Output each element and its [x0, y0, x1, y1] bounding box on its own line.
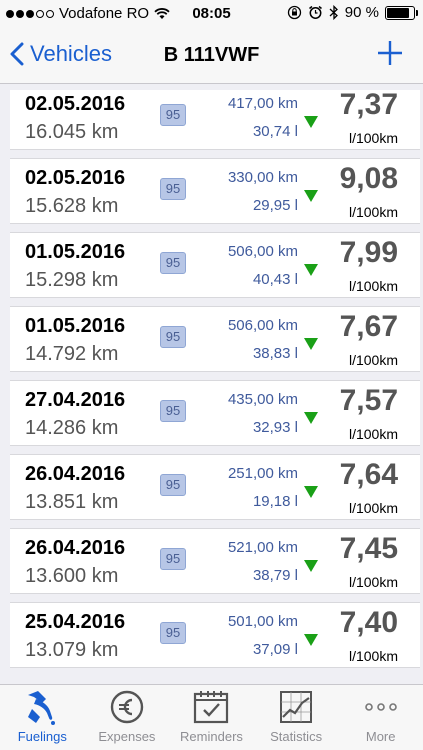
consumption-unit: l/100km — [348, 574, 398, 590]
tab-statistics[interactable]: Statistics — [254, 685, 339, 750]
fuel-type-badge: 95 — [160, 326, 186, 348]
consumption-unit: l/100km — [348, 648, 398, 664]
distance-value: 330,00 km — [227, 169, 298, 186]
alarm-icon — [308, 5, 322, 19]
consumption-unit: l/100km — [348, 500, 398, 516]
consumption-value: 7,99 — [339, 236, 398, 269]
tab-statistics-label: Statistics — [270, 729, 323, 744]
fueling-row[interactable]: 26.04.2016 13.851 km 95 251,00 km 19,18 … — [10, 454, 420, 520]
volume-value: 19,18 l — [252, 493, 298, 510]
fueling-date: 27.04.2016 — [25, 389, 126, 411]
volume-value: 38,79 l — [252, 567, 298, 584]
fuel-type-badge: 95 — [160, 252, 186, 274]
trend-down-icon — [304, 338, 318, 350]
distance-value: 435,00 km — [227, 391, 298, 408]
volume-value: 40,43 l — [252, 271, 298, 288]
tab-expenses-label: Expenses — [98, 729, 156, 744]
consumption-unit: l/100km — [348, 352, 398, 368]
volume-value: 32,93 l — [252, 419, 298, 436]
fueling-row[interactable]: 26.04.2016 13.600 km 95 521,00 km 38,79 … — [10, 528, 420, 594]
fueling-date: 02.05.2016 — [25, 167, 126, 189]
fueling-row[interactable]: 01.05.2016 15.298 km 95 506,00 km 40,43 … — [10, 232, 420, 298]
trend-down-icon — [304, 486, 318, 498]
fuel-type-badge: 95 — [160, 104, 186, 126]
consumption-value: 7,40 — [339, 606, 398, 639]
battery-percent: 90 % — [344, 4, 379, 21]
fueling-date: 26.04.2016 — [25, 537, 126, 559]
fuel-type-badge: 95 — [160, 548, 186, 570]
fueling-date: 02.05.2016 — [25, 93, 126, 115]
odometer-value: 13.079 km — [25, 639, 119, 661]
trend-down-icon — [304, 560, 318, 572]
status-right: 90 % — [287, 4, 418, 21]
fueling-row[interactable]: 25.04.2016 13.079 km 95 501,00 km 37,09 … — [10, 602, 420, 668]
odometer-value: 13.851 km — [25, 491, 119, 513]
tab-more-label: More — [365, 729, 396, 744]
odometer-value: 15.298 km — [25, 269, 119, 291]
fueling-row[interactable]: 02.05.2016 16.045 km 95 417,00 km 30,74 … — [10, 90, 420, 150]
distance-value: 506,00 km — [227, 243, 298, 260]
fueling-row[interactable]: 27.04.2016 14.286 km 95 435,00 km 32,93 … — [10, 380, 420, 446]
fuel-type-badge: 95 — [160, 474, 186, 496]
consumption-value: 7,67 — [339, 310, 398, 343]
trend-down-icon — [304, 116, 318, 128]
consumption-value: 7,57 — [339, 384, 398, 417]
trend-down-icon — [304, 634, 318, 646]
odometer-value: 14.286 km — [25, 417, 119, 439]
consumption-value: 9,08 — [339, 162, 398, 195]
distance-value: 501,00 km — [227, 613, 298, 630]
consumption-unit: l/100km — [348, 204, 398, 220]
fueling-date: 26.04.2016 — [25, 463, 126, 485]
fueling-date: 01.05.2016 — [25, 315, 126, 337]
fuel-type-badge: 95 — [160, 178, 186, 200]
odometer-value: 13.600 km — [25, 565, 119, 587]
tab-more[interactable]: More — [338, 685, 423, 750]
trend-down-icon — [304, 190, 318, 202]
tab-fuelings[interactable]: Fuelings — [0, 685, 85, 750]
navigation-bar: Vehicles B 111VWF — [0, 28, 423, 84]
battery-icon — [385, 5, 418, 20]
odometer-value: 15.628 km — [25, 195, 119, 217]
calendar-icon — [194, 691, 229, 724]
volume-value: 29,95 l — [252, 197, 298, 214]
fueling-date: 01.05.2016 — [25, 241, 126, 263]
fueling-row[interactable]: 02.05.2016 15.628 km 95 330,00 km 29,95 … — [10, 158, 420, 224]
fuel-type-badge: 95 — [160, 400, 186, 422]
consumption-value: 7,37 — [339, 90, 398, 121]
page-title: B 111VWF — [163, 44, 260, 66]
orientation-lock-icon — [287, 5, 301, 20]
tab-fuelings-label: Fuelings — [17, 729, 67, 744]
odometer-value: 16.045 km — [25, 121, 119, 143]
add-icon[interactable] — [377, 40, 403, 66]
fueling-list[interactable]: 02.05.2016 16.045 km 95 417,00 km 30,74 … — [10, 90, 420, 684]
distance-value: 251,00 km — [227, 465, 298, 482]
consumption-unit: l/100km — [348, 130, 398, 146]
fueling-row[interactable]: 01.05.2016 14.792 km 95 506,00 km 38,83 … — [10, 306, 420, 372]
consumption-unit: l/100km — [348, 278, 398, 294]
fuel-type-badge: 95 — [160, 622, 186, 644]
odometer-value: 14.792 km — [25, 343, 119, 365]
euro-icon — [110, 690, 144, 724]
volume-value: 30,74 l — [252, 123, 298, 140]
more-icon — [364, 703, 397, 711]
tab-expenses[interactable]: Expenses — [85, 685, 170, 750]
volume-value: 37,09 l — [252, 641, 298, 658]
fuel-pump-icon — [28, 691, 56, 725]
consumption-value: 7,64 — [339, 458, 398, 491]
trend-down-icon — [304, 412, 318, 424]
status-bar: Vodafone RO 08:05 90 % — [0, 0, 423, 28]
consumption-value: 7,45 — [339, 532, 398, 565]
distance-value: 417,00 km — [227, 95, 298, 112]
volume-value: 38,83 l — [252, 345, 298, 362]
tab-reminders[interactable]: Reminders — [169, 685, 254, 750]
tab-bar: Fuelings Expenses Reminders Statistics M… — [0, 684, 423, 750]
tab-reminders-label: Reminders — [180, 729, 243, 744]
consumption-unit: l/100km — [348, 426, 398, 442]
distance-value: 521,00 km — [227, 539, 298, 556]
trend-down-icon — [304, 264, 318, 276]
distance-value: 506,00 km — [227, 317, 298, 334]
chart-icon — [280, 691, 313, 723]
bluetooth-icon — [329, 5, 338, 20]
fueling-date: 25.04.2016 — [25, 611, 126, 633]
